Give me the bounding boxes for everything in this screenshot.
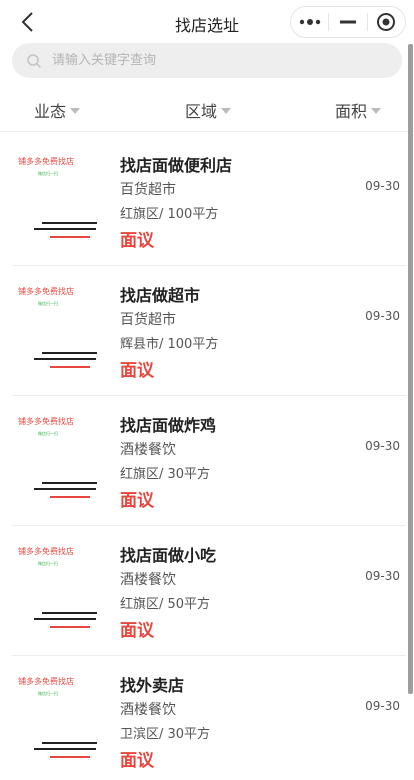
thumbnail-text-line (42, 222, 97, 224)
listing-date: 09-30 (365, 309, 400, 323)
filter-area[interactable]: 面积 (335, 98, 382, 122)
filter-label: 业态 (34, 102, 67, 121)
listing-thumbnail: 铺多多免费找店 微信扫一扫 (12, 670, 102, 770)
listing-price: 面议 (120, 621, 154, 641)
thumbnail-subtitle: 微信扫一扫 (38, 561, 58, 566)
listing-thumbnail: 铺多多免费找店 微信扫一扫 (12, 150, 102, 250)
thumbnail-title: 铺多多免费找店 (18, 417, 74, 426)
listing-category: 百货超市 (120, 182, 176, 198)
minimize-button[interactable] (329, 7, 366, 37)
listing-date: 09-30 (365, 699, 400, 713)
listing-category: 百货超市 (120, 312, 176, 328)
thumbnail-text-line (50, 756, 90, 758)
thumbnail-title: 铺多多免费找店 (18, 677, 74, 686)
listing-price: 面议 (120, 751, 154, 771)
listing-location: 卫滨区/ 30平方 (120, 727, 211, 742)
listing-category: 酒楼餐饮 (120, 702, 176, 718)
listing-date: 09-30 (365, 439, 400, 453)
thumbnail-text-line (50, 496, 90, 498)
list-item[interactable]: 铺多多免费找店 微信扫一扫 找店做超市 百货超市 09-30 辉县市/ 100平… (12, 266, 406, 396)
listing-price: 面议 (120, 231, 154, 251)
thumbnail-text-line (34, 748, 96, 750)
mini-program-capsule (290, 6, 406, 38)
scrollbar[interactable] (408, 44, 413, 694)
listing-title: 找店面做小吃 (120, 546, 217, 565)
thumbnail-title: 铺多多免费找店 (18, 547, 74, 556)
thumbnail-text-line (34, 228, 96, 230)
thumbnail-title: 铺多多免费找店 (18, 287, 74, 296)
filter-business-type[interactable]: 业态 (34, 98, 81, 122)
listing-category: 酒楼餐饮 (120, 572, 176, 588)
listing-location: 红旗区/ 50平方 (120, 597, 211, 612)
thumbnail-text-line (34, 358, 96, 360)
thumbnail-subtitle: 微信扫一扫 (38, 171, 58, 176)
thumbnail-subtitle: 微信扫一扫 (38, 301, 58, 306)
listing-thumbnail: 铺多多免费找店 微信扫一扫 (12, 410, 102, 510)
thumbnail-subtitle: 微信扫一扫 (38, 431, 58, 436)
thumbnail-text-line (42, 482, 97, 484)
listing-date: 09-30 (365, 569, 400, 583)
listing-date: 09-30 (365, 179, 400, 193)
thumbnail-text-line (42, 612, 97, 614)
list-item[interactable]: 铺多多免费找店 微信扫一扫 找外卖店 酒楼餐饮 09-30 卫滨区/ 30平方 … (12, 656, 406, 780)
navigation-bar: 找店选址 (0, 0, 414, 44)
filter-label: 区域 (185, 102, 218, 121)
listing-category: 酒楼餐饮 (120, 442, 176, 458)
thumbnail-text-line (50, 366, 90, 368)
list-item[interactable]: 铺多多免费找店 微信扫一扫 找店面做小吃 酒楼餐饮 09-30 红旗区/ 50平… (12, 526, 406, 656)
listing-title: 找店面做便利店 (120, 156, 233, 175)
caret-down-icon (221, 108, 232, 114)
listing-price: 面议 (120, 361, 154, 381)
close-button[interactable] (368, 7, 405, 37)
listing-location: 辉县市/ 100平方 (120, 337, 219, 352)
listing-location: 红旗区/ 30平方 (120, 467, 211, 482)
listing-thumbnail: 铺多多免费找店 微信扫一扫 (12, 280, 102, 380)
search-icon (27, 53, 42, 68)
listing-title: 找店做超市 (120, 286, 201, 305)
thumbnail-text-line (34, 618, 96, 620)
thumbnail-title: 铺多多免费找店 (18, 157, 74, 166)
thumbnail-text-line (50, 626, 90, 628)
thumbnail-subtitle: 微信扫一扫 (38, 691, 58, 696)
listing-price: 面议 (120, 491, 154, 511)
thumbnail-text-line (42, 742, 97, 744)
search-input[interactable] (52, 53, 402, 68)
minus-icon (339, 20, 356, 24)
listing-list: 铺多多免费找店 微信扫一扫 找店面做便利店 百货超市 09-30 红旗区/ 10… (0, 136, 406, 780)
listing-title: 找外卖店 (120, 676, 185, 695)
filter-bar: 业态 区域 面积 (0, 88, 414, 132)
more-button[interactable] (291, 7, 328, 37)
more-dots-icon (299, 19, 320, 25)
listing-location: 红旗区/ 100平方 (120, 207, 219, 222)
caret-down-icon (70, 108, 81, 114)
thumbnail-text-line (34, 488, 96, 490)
list-item[interactable]: 铺多多免费找店 微信扫一扫 找店面做便利店 百货超市 09-30 红旗区/ 10… (12, 136, 406, 266)
search-bar (12, 43, 402, 78)
thumbnail-text-line (42, 352, 97, 354)
target-circle-icon (377, 13, 396, 31)
filter-label: 面积 (335, 102, 368, 121)
listing-thumbnail: 铺多多免费找店 微信扫一扫 (12, 540, 102, 640)
caret-down-icon (371, 108, 382, 114)
filter-region[interactable]: 区域 (185, 98, 232, 122)
thumbnail-text-line (50, 236, 90, 238)
listing-title: 找店面做炸鸡 (120, 416, 217, 435)
list-item[interactable]: 铺多多免费找店 微信扫一扫 找店面做炸鸡 酒楼餐饮 09-30 红旗区/ 30平… (12, 396, 406, 526)
